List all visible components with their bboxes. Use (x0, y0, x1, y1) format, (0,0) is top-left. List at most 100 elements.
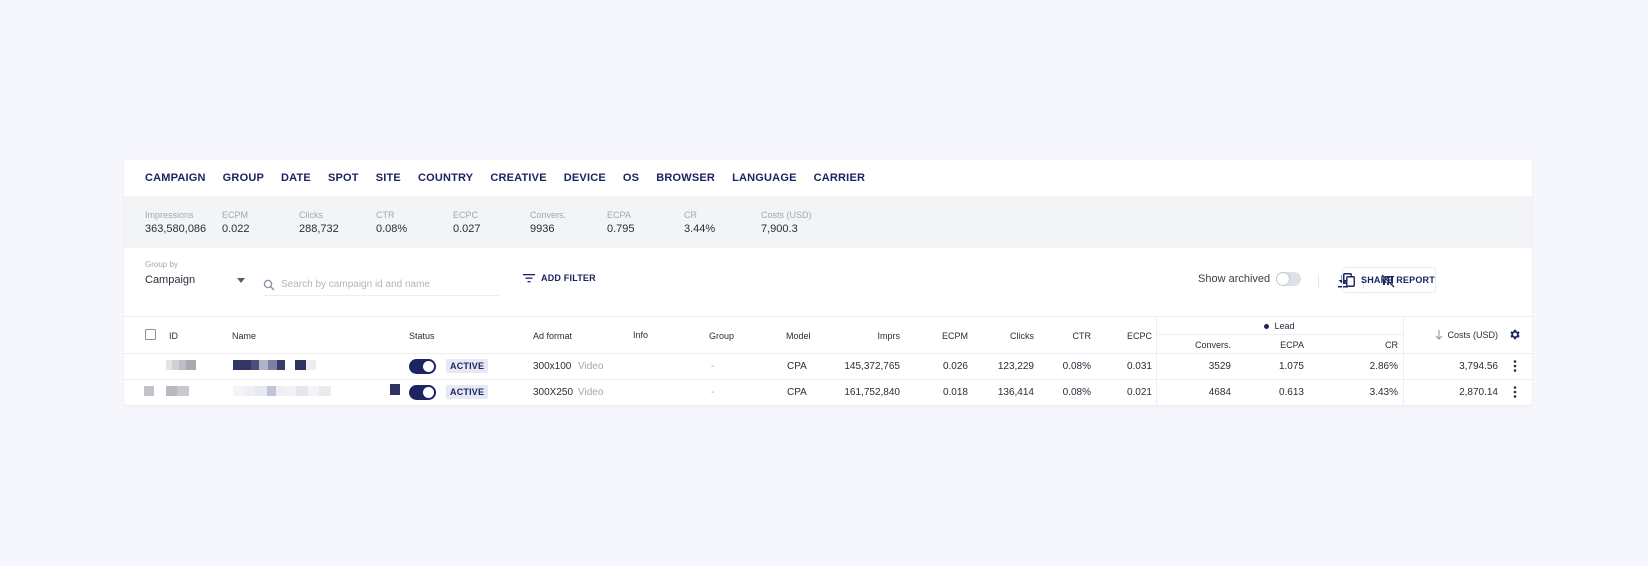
tab-browser[interactable]: BROWSER (656, 172, 715, 184)
status-badge: ACTIVE (446, 385, 489, 399)
costs-value: 2,870.14 (1459, 387, 1498, 398)
column-header-costs-sort[interactable]: Costs (USD) (1412, 330, 1498, 340)
show-archived: Show archived (1198, 272, 1302, 286)
add-filter-button[interactable]: ADD FILTER (523, 273, 596, 283)
stat-costs: Costs (USD) 7,900.3 (761, 210, 838, 235)
stat-label: ECPM (222, 209, 249, 220)
column-header-model[interactable]: Model (786, 331, 811, 341)
campaign-id-redacted (166, 360, 196, 370)
column-header-status[interactable]: Status (409, 331, 435, 341)
ad-type: Video (578, 361, 604, 372)
group-tabs: CAMPAIGN GROUP DATE SPOT SITE COUNTRY CR… (124, 160, 1532, 196)
column-header-clicks[interactable]: Clicks (970, 331, 1034, 341)
more-vertical-icon (1513, 386, 1517, 398)
column-header-lead: Lead (1274, 321, 1295, 331)
column-header-name[interactable]: Name (232, 331, 256, 341)
stat-cr: CR 3.44% (684, 210, 761, 235)
tab-carrier[interactable]: CARRIER (814, 172, 866, 184)
copy-icon (1343, 273, 1355, 287)
ecpa-value: 0.613 (1278, 387, 1304, 398)
arrow-down-icon (1436, 330, 1443, 340)
cr-value: 3.43% (1369, 387, 1398, 398)
stat-value: 0.08% (376, 222, 408, 235)
stat-convers: Convers. 9936 (530, 210, 607, 235)
search-input[interactable] (281, 279, 481, 290)
group-value: - (711, 361, 715, 372)
divider (1318, 275, 1319, 289)
tab-os[interactable]: OS (623, 172, 639, 184)
imprs-value: 145,372,765 (844, 361, 900, 372)
tab-creative[interactable]: CREATIVE (490, 172, 546, 184)
campaign-name-redacted (233, 360, 316, 370)
column-header-convers[interactable]: Convers. (1164, 340, 1231, 350)
stat-value: 0.022 (222, 222, 250, 235)
tab-site[interactable]: SITE (376, 172, 401, 184)
stat-clicks: Clicks 288,732 (299, 210, 376, 235)
more-vertical-icon (1513, 360, 1517, 372)
stat-ecpm: ECPM 0.022 (222, 210, 299, 235)
column-header-ad-format[interactable]: Ad format (533, 331, 572, 341)
row-menu-button[interactable] (1509, 359, 1521, 373)
tab-country[interactable]: COUNTRY (418, 172, 473, 184)
column-header-id[interactable]: ID (169, 331, 178, 341)
costs-value: 3,794.56 (1459, 361, 1498, 372)
group-by-value: Campaign (145, 274, 196, 286)
status-badge: ACTIVE (446, 359, 489, 373)
ctr-value: 0.08% (1062, 387, 1091, 398)
status-toggle[interactable] (409, 385, 436, 400)
caret-down-icon (237, 277, 245, 283)
stat-label: CR (684, 209, 697, 220)
stat-label: ECPA (607, 209, 631, 220)
stat-label: Clicks (299, 209, 323, 220)
stat-ctr: CTR 0.08% (376, 210, 453, 235)
controls-row: Group by Campaign ADD FILTER Show archiv… (124, 248, 1532, 316)
show-archived-toggle[interactable] (1276, 272, 1302, 286)
summary-bar: Impressions 363,580,086 ECPM 0.022 Click… (124, 196, 1532, 248)
column-header-ecpm[interactable]: ECPM (904, 331, 968, 341)
ecpc-value: 0.031 (1126, 361, 1152, 372)
group-by-select[interactable]: Group by Campaign (145, 260, 245, 286)
clicks-value: 136,414 (997, 387, 1034, 398)
column-header-costs: Costs (USD) (1447, 330, 1498, 340)
stat-label: ECPC (453, 209, 479, 220)
stat-value: 7,900.3 (761, 222, 798, 235)
column-header-info[interactable]: Info (633, 330, 648, 340)
campaign-name-redacted (390, 384, 400, 395)
ecpm-value: 0.026 (942, 361, 968, 372)
ctr-value: 0.08% (1062, 361, 1091, 372)
cr-value: 2.86% (1369, 361, 1398, 372)
table-settings-button[interactable] (1508, 328, 1521, 346)
tab-date[interactable]: DATE (281, 172, 311, 184)
column-header-ecpc[interactable]: ECPC (1094, 331, 1152, 341)
row-menu-button[interactable] (1509, 385, 1521, 399)
stat-value: 0.795 (607, 222, 635, 235)
ad-type: Video (578, 387, 604, 398)
column-header-imprs[interactable]: Imprs (824, 331, 901, 341)
convers-value: 4684 (1208, 387, 1231, 398)
tab-group[interactable]: GROUP (223, 172, 264, 184)
column-header-ecpa[interactable]: ECPA (1234, 340, 1304, 350)
stat-value: 0.027 (453, 222, 481, 235)
ecpm-value: 0.018 (942, 387, 968, 398)
column-header-cr[interactable]: CR (1314, 340, 1398, 350)
tab-language[interactable]: LANGUAGE (732, 172, 797, 184)
stat-value: 288,732 (299, 222, 339, 235)
group-by-label: Group by (145, 260, 178, 269)
stat-value: 3.44% (684, 222, 716, 235)
campaign-name-redacted (233, 386, 331, 396)
stat-impressions: Impressions 363,580,086 (145, 210, 222, 235)
convers-value: 3529 (1208, 361, 1231, 372)
select-all-checkbox[interactable] (145, 329, 156, 340)
status-toggle[interactable] (409, 359, 436, 374)
tab-campaign[interactable]: CAMPAIGN (145, 172, 206, 184)
stat-value: 9936 (530, 222, 555, 235)
share-report-button[interactable]: SHARE REPORT (1342, 267, 1436, 293)
show-archived-label: Show archived (1198, 273, 1271, 285)
column-header-group[interactable]: Group (709, 331, 734, 341)
tab-device[interactable]: DEVICE (564, 172, 606, 184)
model-value: CPA (787, 361, 807, 372)
tab-spot[interactable]: SPOT (328, 172, 359, 184)
column-header-ctr[interactable]: CTR (1034, 331, 1092, 341)
add-filter-label: ADD FILTER (541, 273, 596, 283)
report-table: ID Name Status Ad format Info Group Mode… (124, 316, 1532, 405)
